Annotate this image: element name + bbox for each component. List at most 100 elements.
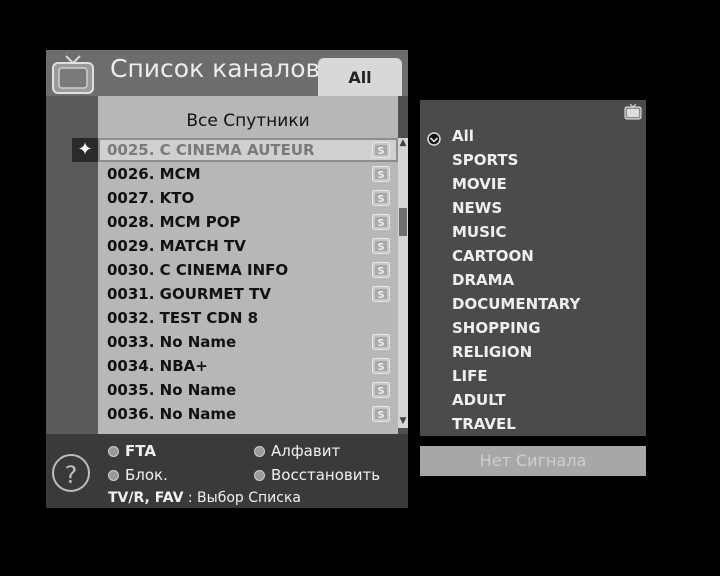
scrambled-s-icon: S xyxy=(372,166,390,182)
channel-row[interactable]: 0027. KTO S xyxy=(98,186,398,210)
genre-item[interactable]: ADULT xyxy=(420,388,646,412)
genre-label: DOCUMENTARY xyxy=(452,295,581,313)
scrollbar-thumb[interactable] xyxy=(399,208,407,236)
genre-item[interactable]: SHOPPING xyxy=(420,316,646,340)
genre-label: All xyxy=(452,127,474,145)
page-title: Список каналов xyxy=(110,54,321,83)
genre-item[interactable]: NEWS xyxy=(420,196,646,220)
channel-row[interactable]: 0029. MATCH TV S xyxy=(98,234,398,258)
genre-item[interactable]: MUSIC xyxy=(420,220,646,244)
genre-item[interactable]: CARTOON xyxy=(420,244,646,268)
legend-block-label: Блок. xyxy=(125,466,168,484)
channel-row[interactable]: 0036. No Name S xyxy=(98,402,398,426)
signal-status: Нет Сигнала xyxy=(420,446,646,476)
scrambled-s-icon: S xyxy=(372,382,390,398)
satellite-filter-label: Все Спутники xyxy=(186,111,310,131)
scrambled-s-icon: S xyxy=(372,262,390,278)
genre-label: RELIGION xyxy=(452,343,533,361)
channel-name: 0026. MCM xyxy=(107,165,201,183)
svg-text:S: S xyxy=(377,146,384,157)
tv-icon xyxy=(52,55,94,94)
legend-alphabet-label: Алфавит xyxy=(271,442,341,460)
genre-item[interactable]: SPORTS xyxy=(420,148,646,172)
channel-row[interactable]: 0025. C CINEMA AUTEUR S xyxy=(98,138,398,162)
svg-text:S: S xyxy=(377,362,384,373)
radio-selected-icon xyxy=(427,129,441,146)
scrambled-s-icon: S xyxy=(372,142,390,158)
channel-name: 0025. C CINEMA AUTEUR xyxy=(107,141,315,159)
channel-name: 0034. NBA+ xyxy=(107,357,208,375)
scrambled-s-icon: S xyxy=(372,406,390,422)
channel-row[interactable]: 0026. MCM S xyxy=(98,162,398,186)
channel-row[interactable]: 0032. TEST CDN 8 xyxy=(98,306,398,330)
scrollbar[interactable] xyxy=(398,138,408,428)
genre-label: MUSIC xyxy=(452,223,507,241)
genre-item[interactable]: LIFE xyxy=(420,364,646,388)
channel-name: 0033. No Name xyxy=(107,333,237,351)
list-select-hint: TV/R, FAV : Выбор Списка xyxy=(108,490,301,506)
genre-label: LIFE xyxy=(452,367,488,385)
channel-name: 0036. No Name xyxy=(107,405,237,423)
scrambled-s-icon: S xyxy=(372,286,390,302)
scrambled-s-icon: S xyxy=(372,358,390,374)
channel-name: 0032. TEST CDN 8 xyxy=(107,309,259,327)
channel-name: 0028. MCM POP xyxy=(107,213,241,231)
channel-row[interactable]: 0031. GOURMET TV S xyxy=(98,282,398,306)
channel-name: 0027. KTO xyxy=(107,189,195,207)
blue-button-icon xyxy=(254,469,265,481)
svg-text:S: S xyxy=(377,194,384,205)
legend-restore[interactable]: Восстановить xyxy=(254,466,380,484)
scrambled-s-icon: S xyxy=(372,214,390,230)
legend-alphabet[interactable]: Алфавит xyxy=(254,442,340,460)
scrambled-s-icon: S xyxy=(372,238,390,254)
cursor-star-icon: ✦ xyxy=(72,138,98,162)
yellow-button-icon xyxy=(108,469,119,481)
genre-label: ADULT xyxy=(452,391,506,409)
genre-label: TRAVEL xyxy=(452,415,516,433)
legend-fta-label: FTA xyxy=(125,442,156,460)
hint-keys: TV/R, FAV xyxy=(108,490,184,506)
scroll-down-arrow-icon[interactable]: ▼ xyxy=(398,416,408,426)
hint-text: : Выбор Списка xyxy=(183,490,301,506)
channel-rows: 0025. C CINEMA AUTEUR S 0026. MCM S 0027. KT… xyxy=(98,138,398,426)
green-button-icon xyxy=(254,445,265,457)
svg-text:S: S xyxy=(377,218,384,229)
channel-name: 0029. MATCH TV xyxy=(107,237,246,255)
legend-block[interactable]: Блок. xyxy=(108,466,168,484)
scrambled-s-icon: S xyxy=(372,190,390,206)
channel-name: 0031. GOURMET TV xyxy=(107,285,271,303)
genre-item[interactable]: MOVIE xyxy=(420,172,646,196)
genre-label: DRAMA xyxy=(452,271,515,289)
svg-text:S: S xyxy=(377,242,384,253)
legend-restore-label: Восстановить xyxy=(271,466,381,484)
channel-row[interactable]: 0033. No Name S xyxy=(98,330,398,354)
genre-item[interactable]: TRAVEL xyxy=(420,412,646,436)
svg-text:S: S xyxy=(377,290,384,301)
genre-label: CARTOON xyxy=(452,247,534,265)
svg-text:S: S xyxy=(377,338,384,349)
genre-label: NEWS xyxy=(452,199,503,217)
genre-label: SPORTS xyxy=(452,151,519,169)
channel-name: 0035. No Name xyxy=(107,381,237,399)
scrambled-s-icon: S xyxy=(372,334,390,350)
channel-row[interactable]: 0030. C CINEMA INFO S xyxy=(98,258,398,282)
genre-item[interactable]: DOCUMENTARY xyxy=(420,292,646,316)
genre-item[interactable]: RELIGION xyxy=(420,340,646,364)
help-icon[interactable]: ? xyxy=(52,454,90,492)
svg-text:S: S xyxy=(377,266,384,277)
legend-fta[interactable]: FTA xyxy=(108,442,156,460)
svg-text:S: S xyxy=(377,410,384,421)
red-button-icon xyxy=(108,445,119,457)
genre-item[interactable]: DRAMA xyxy=(420,268,646,292)
genre-label: MOVIE xyxy=(452,175,507,193)
scroll-up-arrow-icon[interactable]: ▲ xyxy=(398,138,408,148)
channel-row[interactable]: 0034. NBA+ S xyxy=(98,354,398,378)
channel-row[interactable]: 0028. MCM POP S xyxy=(98,210,398,234)
tab-all[interactable]: All xyxy=(318,58,402,96)
tv-icon xyxy=(624,104,642,120)
svg-text:S: S xyxy=(377,170,384,181)
genre-item[interactable]: All xyxy=(420,124,646,148)
channel-row[interactable]: 0035. No Name S xyxy=(98,378,398,402)
svg-text:S: S xyxy=(377,386,384,397)
channel-name: 0030. C CINEMA INFO xyxy=(107,261,289,279)
